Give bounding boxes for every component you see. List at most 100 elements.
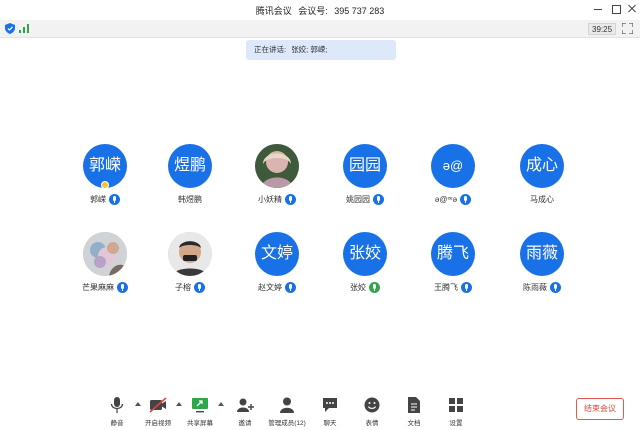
reactions-button[interactable]: 表情 [352, 395, 392, 429]
share-screen-label: 共享屏幕 [187, 420, 213, 427]
chat-label: 聊天 [323, 420, 337, 427]
participant-name: 韩煜鹏 [178, 194, 202, 204]
start-video-button[interactable]: 开启视频 [138, 395, 178, 429]
participant-name-row: ə@ꟹə [413, 193, 493, 205]
minimize-button[interactable] [591, 2, 605, 16]
meeting-timer: 39:25 [588, 23, 617, 35]
microphone-icon [285, 193, 296, 205]
participant-name-row: 王腾飞 [413, 281, 493, 293]
participant-name: 郭嵘 [90, 194, 106, 204]
participant-tile[interactable]: 园园 姚园园 [325, 144, 405, 212]
status-bar: 39:25 [0, 20, 640, 38]
smiley-icon [364, 397, 380, 413]
share-options-caret[interactable] [218, 402, 224, 406]
host-icon [101, 181, 109, 189]
avatar: 成心 [520, 144, 564, 188]
close-window-button[interactable] [625, 2, 639, 16]
chat-button[interactable]: 聊天 [310, 395, 350, 429]
members-icon [280, 397, 294, 413]
microphone-icon [109, 193, 120, 205]
participant-tile[interactable]: 雨薇 陈雨薇 [502, 232, 582, 300]
participant-name: 赵文婷 [258, 282, 282, 292]
manage-members-button[interactable]: 管理成员(12) [267, 395, 307, 429]
participant-name: 马成心 [530, 194, 554, 204]
microphone-icon [117, 281, 128, 293]
participant-name: ə@ꟹə [434, 194, 458, 204]
avatar-photo [255, 144, 299, 188]
settings-button[interactable]: 设置 [436, 395, 476, 429]
grid-settings-icon [449, 398, 463, 412]
avatar: 煜鹏 [168, 144, 212, 188]
speaking-banner: 正在讲话: 张姣; 郭嵘; [246, 40, 396, 60]
meeting-id: 395 737 283 [334, 6, 385, 16]
microphone-icon [550, 281, 561, 293]
shield-icon[interactable] [5, 23, 15, 34]
participant-name: 王腾飞 [434, 282, 458, 292]
participant-tile[interactable]: 成心 马成心 [502, 144, 582, 212]
microphone-speaking-icon [369, 281, 380, 293]
share-screen-button[interactable]: 共享屏幕 [180, 395, 220, 429]
participant-name: 子榕 [175, 282, 191, 292]
camera-off-icon [149, 397, 167, 413]
participant-name: 小妖精 [258, 194, 282, 204]
avatar: 园园 [343, 144, 387, 188]
fullscreen-icon[interactable] [622, 23, 633, 34]
participant-name: 姚园园 [346, 194, 370, 204]
chat-icon [323, 398, 337, 412]
reactions-label: 表情 [365, 420, 379, 427]
participant-tile[interactable]: 芒果麻麻 [65, 232, 145, 300]
maximize-button[interactable] [609, 2, 623, 16]
document-icon [408, 397, 420, 413]
participant-tile[interactable]: 张姣 张姣 [325, 232, 405, 300]
window-title: 腾讯会议 会议号: 395 737 283 [0, 4, 640, 17]
microphone-icon [194, 281, 205, 293]
microphone-icon [285, 281, 296, 293]
start-video-label: 开启视频 [145, 420, 171, 427]
meeting-toolbar: 静音 开启视频 共享屏幕 邀请 管理成员(12) 聊天 表情 文档 设置 [0, 392, 640, 430]
participant-tile[interactable]: 郭嵘 郭嵘 [65, 144, 145, 212]
participant-tile[interactable]: ə@ ə@ꟹə [413, 144, 493, 212]
add-user-icon [237, 398, 254, 412]
participant-tile[interactable]: 小妖精 [237, 144, 317, 212]
avatar: 雨薇 [520, 232, 564, 276]
microphone-icon [460, 193, 472, 205]
participant-name-row: 马成心 [502, 193, 582, 205]
participant-name-row: 芒果麻麻 [65, 281, 145, 293]
avatar: 张姣 [343, 232, 387, 276]
microphone-icon [461, 281, 472, 293]
microphone-icon [110, 397, 124, 413]
manage-members-label: 管理成员(12) [268, 420, 306, 427]
participant-name: 张姣 [350, 282, 366, 292]
participant-name-row: 小妖精 [237, 193, 317, 205]
speaking-names: 张姣; 郭嵘; [291, 45, 328, 54]
invite-button[interactable]: 邀请 [225, 395, 265, 429]
participant-name: 陈雨薇 [523, 282, 547, 292]
participant-name-row: 张姣 [325, 281, 405, 293]
participant-name-row: 子榕 [150, 281, 230, 293]
documents-label: 文档 [407, 420, 421, 427]
participant-tile[interactable]: 煜鹏 韩煜鹏 [150, 144, 230, 212]
invite-label: 邀请 [238, 420, 252, 427]
participant-name-row: 姚园园 [325, 193, 405, 205]
speaking-label: 正在讲话: [254, 45, 287, 54]
microphone-icon [373, 193, 384, 205]
participant-name: 芒果麻麻 [82, 282, 114, 292]
participant-tile[interactable]: 腾飞 王腾飞 [413, 232, 493, 300]
avatar: 文婷 [255, 232, 299, 276]
app-name: 腾讯会议 [255, 6, 292, 16]
avatar: ə@ [431, 144, 475, 188]
participant-name-row: 韩煜鹏 [150, 193, 230, 205]
participant-name-row: 赵文婷 [237, 281, 317, 293]
documents-button[interactable]: 文档 [394, 395, 434, 429]
signal-icon[interactable] [19, 24, 29, 33]
meeting-id-label: 会议号: [298, 6, 328, 16]
title-bar: 腾讯会议 会议号: 395 737 283 [0, 0, 640, 20]
end-meeting-button[interactable]: 结束会议 [576, 398, 624, 420]
mute-button[interactable]: 静音 [97, 395, 137, 429]
participant-tile[interactable]: 子榕 [150, 232, 230, 300]
share-screen-icon [192, 398, 208, 413]
participant-tile[interactable]: 文婷 赵文婷 [237, 232, 317, 300]
avatar: 腾飞 [431, 232, 475, 276]
avatar-photo [83, 232, 127, 276]
settings-label: 设置 [449, 420, 463, 427]
